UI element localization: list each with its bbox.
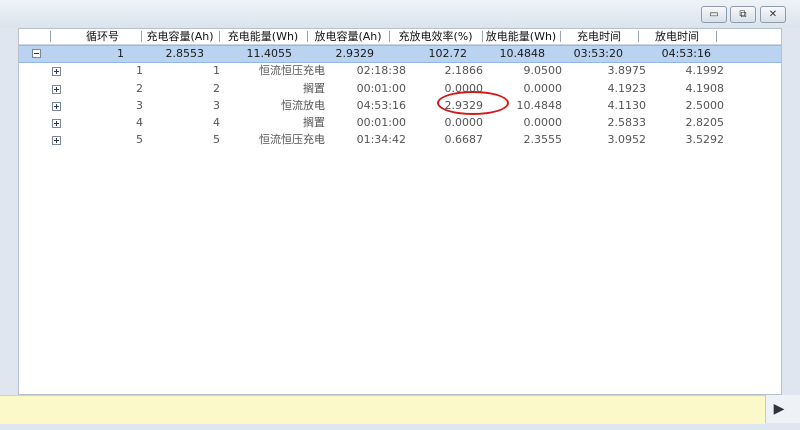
cell-cycle-number: 4 [136,116,143,129]
scroll-right-icon: ▶ [773,401,785,417]
grid-header: 循环号 充电容量(Ah) 充电能量(Wh) 放电容量(Ah) 充放电效率(%) … [19,29,781,45]
cell-charge-time: 03:53:20 [573,47,623,60]
header-efficiency: 充放电效率(%) [398,30,473,43]
table-row[interactable]: 5 5 恒流恒压充电 01:34:42 0.6687 2.3555 3.0952… [19,132,781,148]
cell-capacity: 2.1866 [444,64,484,77]
cell-step-number: 2 [213,82,220,95]
cell-end-voltage: 3.5292 [685,133,725,146]
cell-capacity: 0.6687 [444,133,484,146]
status-bar [0,395,765,424]
expand-toggle-icon[interactable] [52,119,61,128]
data-grid: 循环号 充电容量(Ah) 充电能量(Wh) 放电容量(Ah) 充放电效率(%) … [18,28,782,395]
cell-end-voltage: 2.5000 [685,99,725,112]
cell-start-voltage: 3.8975 [607,64,647,77]
cell-end-voltage: 2.8205 [685,116,725,129]
cell-energy: 9.0500 [523,64,563,77]
cell-energy: 2.3555 [523,133,563,146]
header-charge-energy: 充电能量(Wh) [227,30,299,43]
cell-step-number: 3 [213,99,220,112]
cell-capacity: 0.0000 [444,116,484,129]
cell-cycle-number: 5 [136,133,143,146]
cell-start-voltage: 4.1130 [607,99,647,112]
header-discharge-energy: 放电能量(Wh) [485,30,557,43]
title-bar: ▭ ⧉ ✕ [0,0,800,28]
table-row[interactable]: 2 2 搁置 00:01:00 0.0000 0.0000 4.1923 4.1… [19,81,781,97]
expand-toggle-icon[interactable] [52,102,61,111]
cell-start-voltage: 4.1923 [607,82,647,95]
expand-toggle-icon[interactable] [52,136,61,145]
cell-cycle-number: 2 [136,82,143,95]
cell-efficiency: 102.72 [428,47,468,60]
cell-step-number: 5 [213,133,220,146]
cell-energy: 0.0000 [523,116,563,129]
scroll-right-button[interactable]: ▶ [773,400,785,418]
cell-discharge-energy: 10.4848 [499,47,546,60]
close-button[interactable]: ✕ [760,6,786,23]
cell-energy: 0.0000 [523,82,563,95]
cell-energy: 10.4848 [516,99,563,112]
cell-end-voltage: 4.1908 [685,82,725,95]
cell-cycle-number: 1 [136,64,143,77]
table-row[interactable]: 1 1 恒流恒压充电 02:18:38 2.1866 9.0500 3.8975… [19,63,781,79]
cell-capacity: 0.0000 [444,82,484,95]
restore-button[interactable]: ⧉ [730,6,756,23]
cell-capacity: 2.9329 [444,99,484,112]
table-row[interactable]: 4 4 搁置 00:01:00 0.0000 0.0000 2.5833 2.8… [19,115,781,131]
header-divider [50,31,51,42]
cell-start-voltage: 2.5833 [607,116,647,129]
cell-step-number: 4 [213,116,220,129]
minimize-button[interactable]: ▭ [701,6,727,23]
cell-cycle-number: 3 [136,99,143,112]
cell-discharge-time: 04:53:16 [661,47,711,60]
cell-charge-capacity: 2.8553 [165,47,205,60]
header-charge-capacity: 充电容量(Ah) [146,30,214,43]
expand-toggle-icon[interactable] [52,67,61,76]
minimize-icon: ▭ [709,8,719,20]
table-row[interactable]: 3 3 恒流放电 04:53:16 2.9329 10.4848 4.1130 … [19,98,781,114]
header-cycle-number: 循环号 [86,30,119,43]
header-charge-time: 充电时间 [577,30,621,43]
expand-toggle-icon[interactable] [52,85,61,94]
cell-start-voltage: 3.0952 [607,133,647,146]
cell-cycle-number: 1 [117,47,124,60]
close-icon: ✕ [768,8,778,20]
cell-discharge-capacity: 2.9329 [335,47,375,60]
header-discharge-capacity: 放电容量(Ah) [314,30,382,43]
cell-charge-energy: 11.4055 [246,47,293,60]
app-window: ▭ ⧉ ✕ 循环号 充电容量(Ah) 充电能量(Wh) 放电容量(Ah) 充放电… [0,0,800,430]
header-divider [716,31,717,42]
table-row-summary[interactable]: 1 2.8553 11.4055 2.9329 102.72 10.4848 0… [19,45,781,63]
collapse-toggle-icon[interactable] [32,49,41,58]
cell-step-number: 1 [213,64,220,77]
restore-icon: ⧉ [739,8,747,20]
header-discharge-time: 放电时间 [655,30,699,43]
cell-end-voltage: 4.1992 [685,64,725,77]
